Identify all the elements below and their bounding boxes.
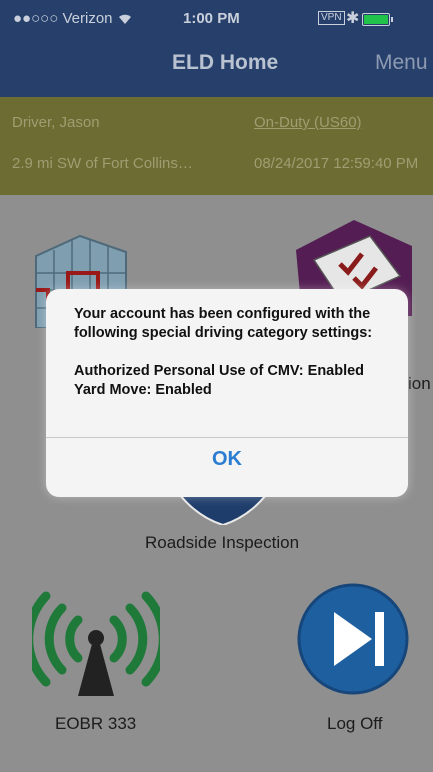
- ok-button[interactable]: OK: [46, 438, 408, 497]
- duty-status-link[interactable]: On-Duty (US60): [254, 114, 362, 131]
- driver-location: 2.9 mi SW of Fort Collins…: [12, 155, 193, 172]
- navigation-header: ●●○○○ Verizon 1:00 PM VPN ✱ ELD Home Men…: [0, 0, 433, 97]
- driver-info-bar: Driver, Jason On-Duty (US60) 2.9 mi SW o…: [0, 97, 433, 195]
- personal-use-setting-text: Authorized Personal Use of CMV: Enabled: [74, 363, 365, 379]
- roadside-inspection-label: Roadside Inspection: [145, 533, 300, 552]
- menu-button[interactable]: Menu: [375, 51, 428, 75]
- shield-icon: [177, 494, 269, 527]
- page-title: ELD Home: [172, 51, 279, 74]
- skip-forward-icon: [297, 583, 409, 695]
- carrier-label: ●●○○○ Verizon: [13, 10, 113, 27]
- yard-move-setting-text: Yard Move: Enabled: [74, 382, 212, 398]
- wifi-icon: [119, 14, 131, 24]
- driver-name: Driver, Jason: [12, 114, 100, 131]
- status-time: 1:00 PM: [183, 10, 240, 27]
- status-bar: ●●○○○ Verizon 1:00 PM VPN ✱: [0, 0, 433, 38]
- eobr-label: EOBR 333: [55, 714, 137, 733]
- roadside-inspection-tile[interactable]: [177, 494, 269, 527]
- bluetooth-icon: ✱: [346, 10, 360, 27]
- wireless-signal-icon: [24, 591, 168, 696]
- battery-icon: [362, 13, 393, 26]
- current-datetime: 08/24/2017 12:59:40 PM: [254, 155, 419, 172]
- log-off-tile[interactable]: [296, 582, 410, 696]
- eld-home-screen: ●●○○○ Verizon 1:00 PM VPN ✱ ELD Home Men…: [0, 0, 433, 772]
- log-off-label: Log Off: [327, 714, 383, 733]
- alert-intro-text: Your account has been configured with th…: [74, 306, 373, 341]
- vpn-badge: VPN: [318, 11, 345, 25]
- special-driving-category-alert: Your account has been configured with th…: [46, 289, 408, 497]
- alert-message: Your account has been configured with th…: [74, 305, 384, 400]
- eobr-tile[interactable]: [24, 590, 168, 698]
- inspection-report-label: ion: [408, 374, 431, 393]
